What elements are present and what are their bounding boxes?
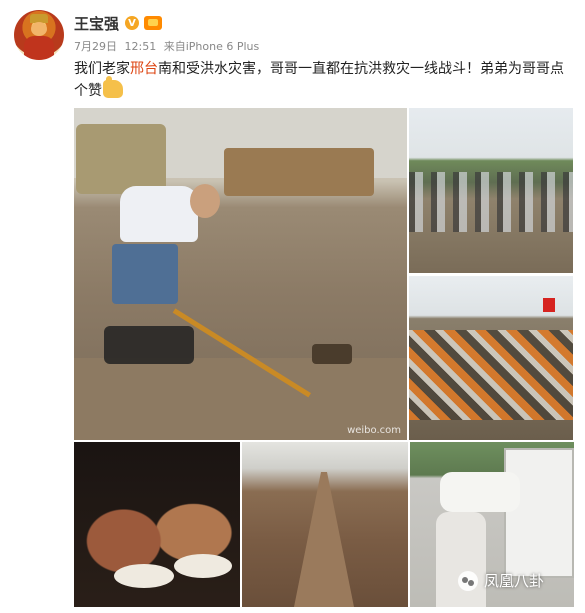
photo-flooded-street[interactable] [242,442,408,607]
member-badge-icon [144,16,163,30]
post-text-before: 我们老家 [74,61,130,77]
photo-worker [436,512,486,607]
post-header: 王宝强 V [74,12,163,34]
brand-watermark-text: 凤凰八卦 [484,572,545,590]
photo-two-men-eating[interactable] [74,442,240,607]
post-text: 我们老家邢台南和受洪水灾害，哥哥一直都在抗洪救灾一线战斗！弟弟为哥哥点个赞 [74,58,574,102]
post-source: 来自iPhone 6 Plus [163,40,260,53]
photo-boots [104,326,194,364]
thumbs-up-icon [103,76,123,98]
photo-debris [224,148,374,196]
photo-people [409,172,573,232]
photo-shovel-head [312,344,352,364]
photo-watermark: weibo.com [347,425,401,436]
location-link[interactable]: 邢台 [130,61,158,77]
photo-street [294,472,354,607]
brand-watermark: 凤凰八卦 [458,570,544,591]
username[interactable]: 王宝强 [74,13,119,34]
post-time: 12:51 [124,40,157,53]
photo-flag [543,298,555,312]
photo-sacks [440,472,520,512]
photo-street-shoveling[interactable] [409,108,573,273]
photo-truck [504,448,574,578]
photo-loader [76,124,166,194]
verified-badge-icon: V [125,16,140,30]
post-date[interactable]: 7月29日 [74,40,117,53]
avatar-body [24,36,54,60]
avatar-face [31,22,47,36]
post-meta: 7月29日 12:51 来自iPhone 6 Plus [74,38,259,54]
photo-main-shoveling-mud[interactable]: weibo.com [74,108,407,440]
avatar[interactable] [14,10,64,60]
photo-crowd [409,330,573,420]
wechat-icon [458,570,478,591]
photo-plate-2 [174,554,232,578]
photo-soldiers-sandbags[interactable] [409,276,573,440]
photo-man-shorts [112,244,178,304]
photo-man-head [190,184,220,218]
photo-plate-1 [114,564,174,588]
photo-man-shirt [120,186,198,242]
